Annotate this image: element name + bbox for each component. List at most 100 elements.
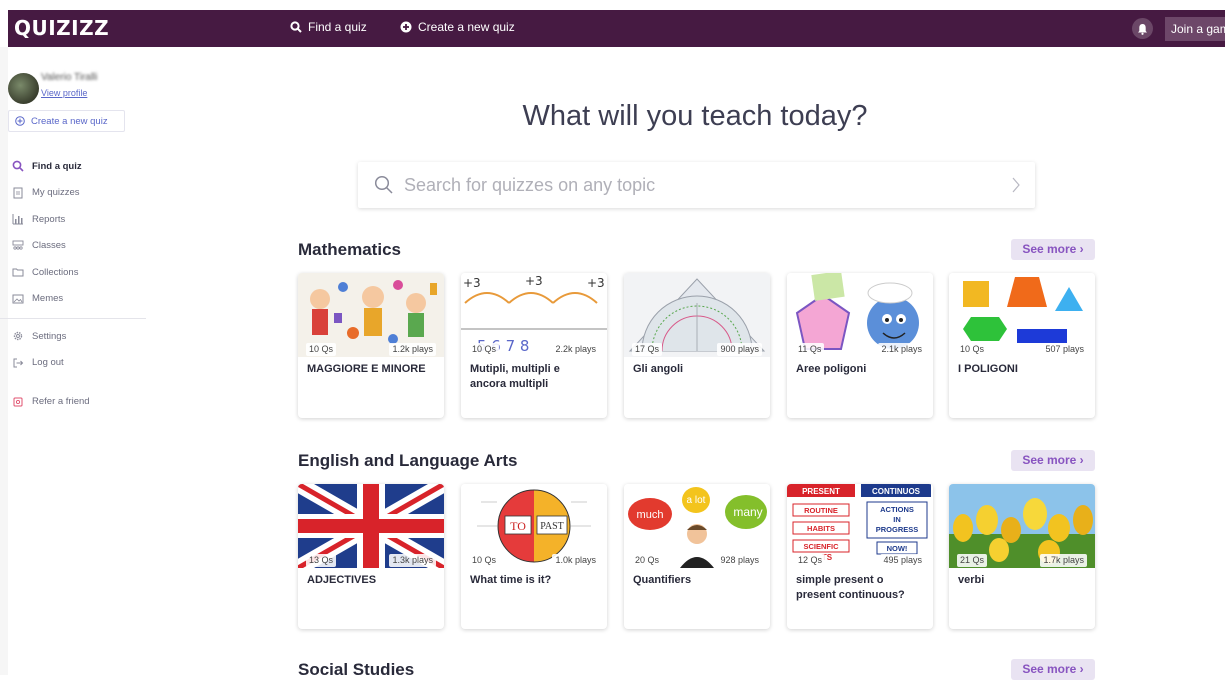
user-name: Valerio Tiralli [41,72,98,83]
search-input[interactable] [404,174,964,196]
view-profile-link[interactable]: View profile [41,88,87,98]
sidebar-item-refer-friend[interactable]: Refer a friend [8,388,148,415]
gear-icon [13,332,23,341]
scienfic-label: SCIENFIC [803,542,839,551]
in-label: IN [893,515,901,524]
present-label: PRESENT [802,487,840,496]
many-label: many [733,505,762,519]
find-quiz-label: Find a quiz [308,20,367,34]
sidebar-item-label: Classes [32,240,66,252]
sidebar-item-label: Find a quiz [32,160,82,172]
create-quiz-link[interactable]: Create a new quiz [400,20,515,34]
plays-count-badge: 928 plays [717,554,762,567]
sidebar-item-label: Collections [32,266,79,278]
folder-icon [12,268,24,277]
image-icon [12,294,24,304]
sidebar-item-label: Memes [32,293,64,305]
habits-label: HABITS [807,524,835,533]
quiz-title: What time is it? [470,574,552,586]
sidebar: Valerio Tiralli View profile Create a ne… [0,47,148,675]
sidebar-item-settings[interactable]: Settings [8,323,148,350]
quiz-card[interactable]: 17 Qs 900 plays Gli angoli [624,273,770,418]
sidebar-item-classes[interactable]: Classes [8,233,148,260]
quiz-card[interactable]: 10 Qs 1.2k plays MAGGIORE E MINORE [298,273,444,418]
plus-three-label: +3 [587,276,605,290]
continuos-label: CONTINUOS [872,487,921,496]
create-quiz-label: Create a new quiz [418,20,515,34]
see-more-label: See more [1022,662,1077,676]
quiz-title: verbi [958,574,985,586]
sidebar-item-collections[interactable]: Collections [8,259,148,286]
question-count-badge: 10 Qs [469,343,500,356]
join-game-button[interactable]: Join a game [1165,17,1225,41]
plays-count-badge: 1.0k plays [552,554,599,567]
quiz-title: simple present o present continuous? [796,574,905,601]
quiz-card[interactable]: 10 Qs 507 plays I POLIGONI [949,273,1095,418]
sidebar-divider [0,318,146,319]
sidebar-item-my-quizzes[interactable]: My quizzes [8,180,148,207]
see-more-english-button[interactable]: See more › [1011,450,1095,471]
clock-to-label: TO [510,519,526,533]
plays-count-badge: 1.2k plays [389,343,436,356]
plus-three-label: +3 [525,274,543,288]
plus-three-label: +3 [463,276,481,290]
sidebar-item-reports[interactable]: Reports [8,206,148,233]
quiz-card[interactable]: TO PAST 10 Qs 1.0k plays What time is it… [461,484,607,629]
now-label: NOW! [887,544,908,553]
quiz-card[interactable]: 21 Qs 1.7k plays verbi [949,484,1095,629]
actions-label: ACTIONS [880,505,914,514]
see-more-mathematics-button[interactable]: See more › [1011,239,1095,260]
sidebar-item-memes[interactable]: Memes [8,286,148,313]
chevron-right-icon[interactable] [1011,176,1021,194]
question-count-badge: 20 Qs [632,554,663,567]
top-navigation-bar: QUIZIZZ Find a quiz Create a new quiz Jo… [8,10,1225,47]
page-headline: What will you teach today? [522,100,868,132]
quiz-title: ADJECTIVES [307,574,377,586]
see-more-social-studies-button[interactable]: See more › [1011,659,1095,680]
plays-count-badge: 900 plays [717,343,762,356]
question-count-badge: 10 Qs [306,343,337,356]
document-icon [13,187,23,199]
sidebar-item-label: Reports [32,213,66,225]
quiz-title: Mutipli, multipli e ancora multipli [470,363,560,390]
quiz-card[interactable]: 13 Qs 1.3k plays ADJECTIVES [298,484,444,629]
section-title-mathematics: Mathematics [298,240,401,259]
see-more-label: See more [1022,242,1077,256]
sidebar-item-label: My quizzes [32,187,80,199]
plays-count-badge: 495 plays [880,554,925,567]
people-icon [12,240,24,250]
quiz-card[interactable]: +3 +3 +3 5 6 7 8 10 Qs 2.2k plays Mutipl… [461,273,607,418]
quizizz-logo[interactable]: QUIZIZZ [14,16,109,40]
question-count-badge: 10 Qs [469,554,500,567]
quiz-title: I POLIGONI [958,363,1018,375]
left-edge-strip [0,47,8,675]
plays-count-badge: 1.7k plays [1040,554,1087,567]
bell-icon [1138,23,1147,35]
sidebar-item-log-out[interactable]: Log out [8,350,148,377]
sidebar-item-label: Settings [32,330,67,342]
plays-count-badge: 2.2k plays [552,343,599,356]
question-count-badge: 17 Qs [632,343,663,356]
notifications-button[interactable] [1132,18,1153,39]
quiz-card[interactable]: 11 Qs 2.1k plays Aree poligoni [787,273,933,418]
much-label: much [637,509,664,521]
a-lot-label: a lot [687,495,706,506]
search-bar[interactable] [358,162,1035,208]
clock-past-label: PAST [540,521,564,532]
logout-icon [13,358,24,368]
sidebar-item-label: Log out [32,357,64,369]
plays-count-badge: 2.1k plays [878,343,925,356]
question-count-badge: 10 Qs [957,343,988,356]
question-count-badge: 11 Qs [795,343,825,356]
search-icon [290,21,302,33]
find-quiz-link[interactable]: Find a quiz [290,20,367,34]
quiz-card[interactable]: much a lot many 20 Qs 928 plays Quantifi… [624,484,770,629]
quiz-card[interactable]: PRESENT CONTINUOS ROUTINE HABITS SCIENFI… [787,484,933,629]
question-count-badge: 12 Qs [795,554,826,567]
question-count-badge: 21 Qs [957,554,988,567]
search-icon [374,175,393,194]
plus-circle-icon [400,21,412,33]
sidebar-item-find-quiz[interactable]: Find a quiz [8,153,148,180]
progress-label: PROGRESS [876,525,919,534]
question-count-badge: 13 Qs [306,554,337,567]
